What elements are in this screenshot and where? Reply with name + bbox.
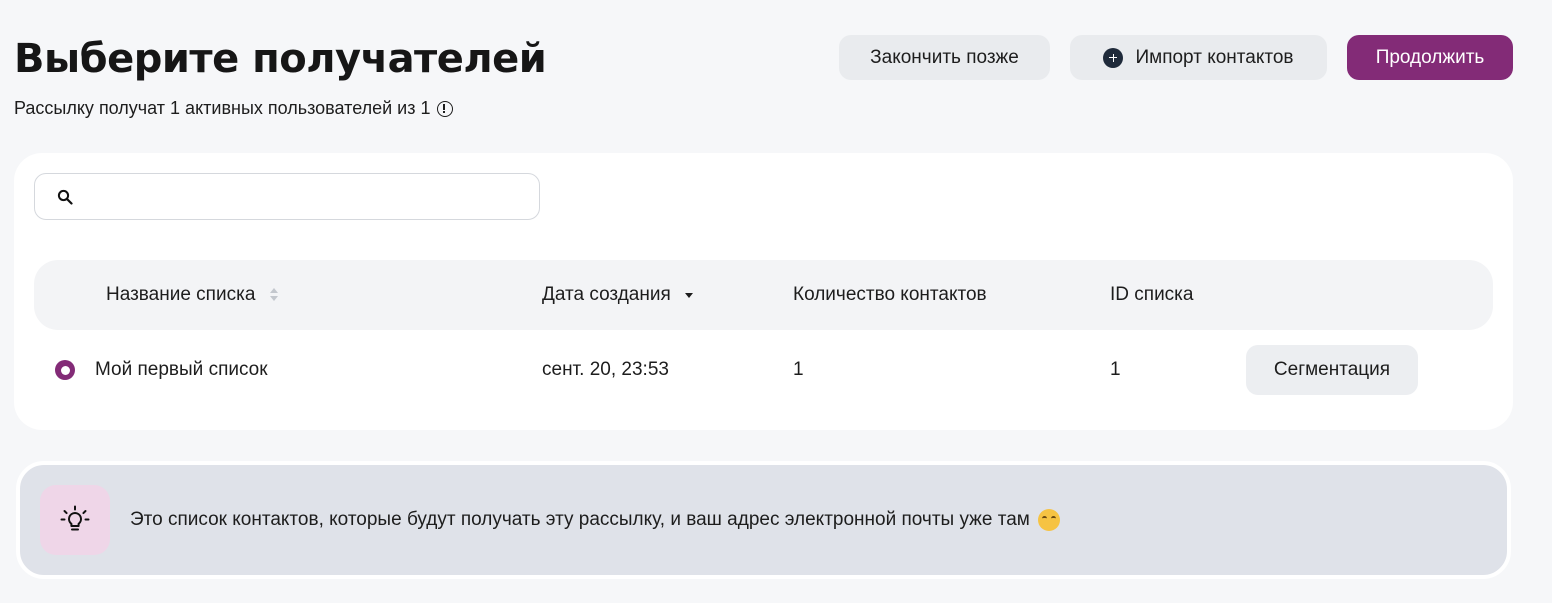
table-row[interactable]: Мой первый список сент. 20, 23:53 1 1 Се… bbox=[34, 340, 1493, 400]
column-header-id: ID списка bbox=[1110, 284, 1193, 306]
tip-text: Это список контактов, которые будут полу… bbox=[130, 509, 1030, 530]
column-header-created-label: Дата создания bbox=[542, 284, 671, 305]
continue-button[interactable]: Продолжить bbox=[1347, 35, 1513, 80]
column-header-count: Количество контактов bbox=[793, 284, 987, 306]
segmentation-button[interactable]: Сегментация bbox=[1246, 345, 1418, 395]
page-title: Выберите получателей bbox=[14, 36, 547, 82]
plus-circle-icon bbox=[1103, 47, 1124, 68]
tip-text-line: Это список контактов, которые будут полу… bbox=[130, 509, 1060, 531]
import-contacts-label: Импорт контактов bbox=[1135, 46, 1294, 68]
hugging-face-emoji-icon bbox=[1037, 509, 1060, 531]
caret-down-icon bbox=[684, 292, 693, 298]
search-box bbox=[34, 173, 540, 220]
column-header-created[interactable]: Дата создания bbox=[542, 284, 693, 306]
lightbulb-icon bbox=[60, 505, 90, 531]
column-header-name-label: Название списка bbox=[106, 284, 256, 305]
search-input[interactable] bbox=[83, 182, 523, 212]
info-tip: Это список контактов, которые будут полу… bbox=[16, 461, 1511, 579]
list-count: 1 bbox=[793, 359, 804, 380]
page-header: Выберите получателей Рассылку получат 1 … bbox=[14, 0, 1514, 140]
search-icon bbox=[57, 189, 73, 205]
list-id: 1 bbox=[1110, 359, 1121, 380]
lists-card: Название списка Дата создания Количество… bbox=[14, 153, 1513, 430]
sort-icon bbox=[269, 288, 279, 302]
recipients-summary: Рассылку получат 1 активных пользователе… bbox=[14, 98, 453, 119]
import-contacts-button[interactable]: Импорт контактов bbox=[1070, 35, 1327, 80]
list-created: сент. 20, 23:53 bbox=[542, 359, 669, 380]
column-header-id-label: ID списка bbox=[1110, 284, 1194, 305]
tip-icon-box bbox=[40, 485, 110, 555]
info-circle-icon[interactable] bbox=[436, 100, 453, 117]
finish-later-button[interactable]: Закончить позже bbox=[839, 35, 1050, 80]
column-header-name[interactable]: Название списка bbox=[106, 284, 279, 306]
table-header: Название списка Дата создания Количество… bbox=[34, 260, 1493, 330]
recipients-summary-text: Рассылку получат 1 активных пользователе… bbox=[14, 98, 431, 118]
list-name: Мой первый список bbox=[95, 359, 268, 380]
row-radio-selected[interactable] bbox=[55, 360, 75, 380]
column-header-count-label: Количество контактов bbox=[793, 284, 987, 305]
